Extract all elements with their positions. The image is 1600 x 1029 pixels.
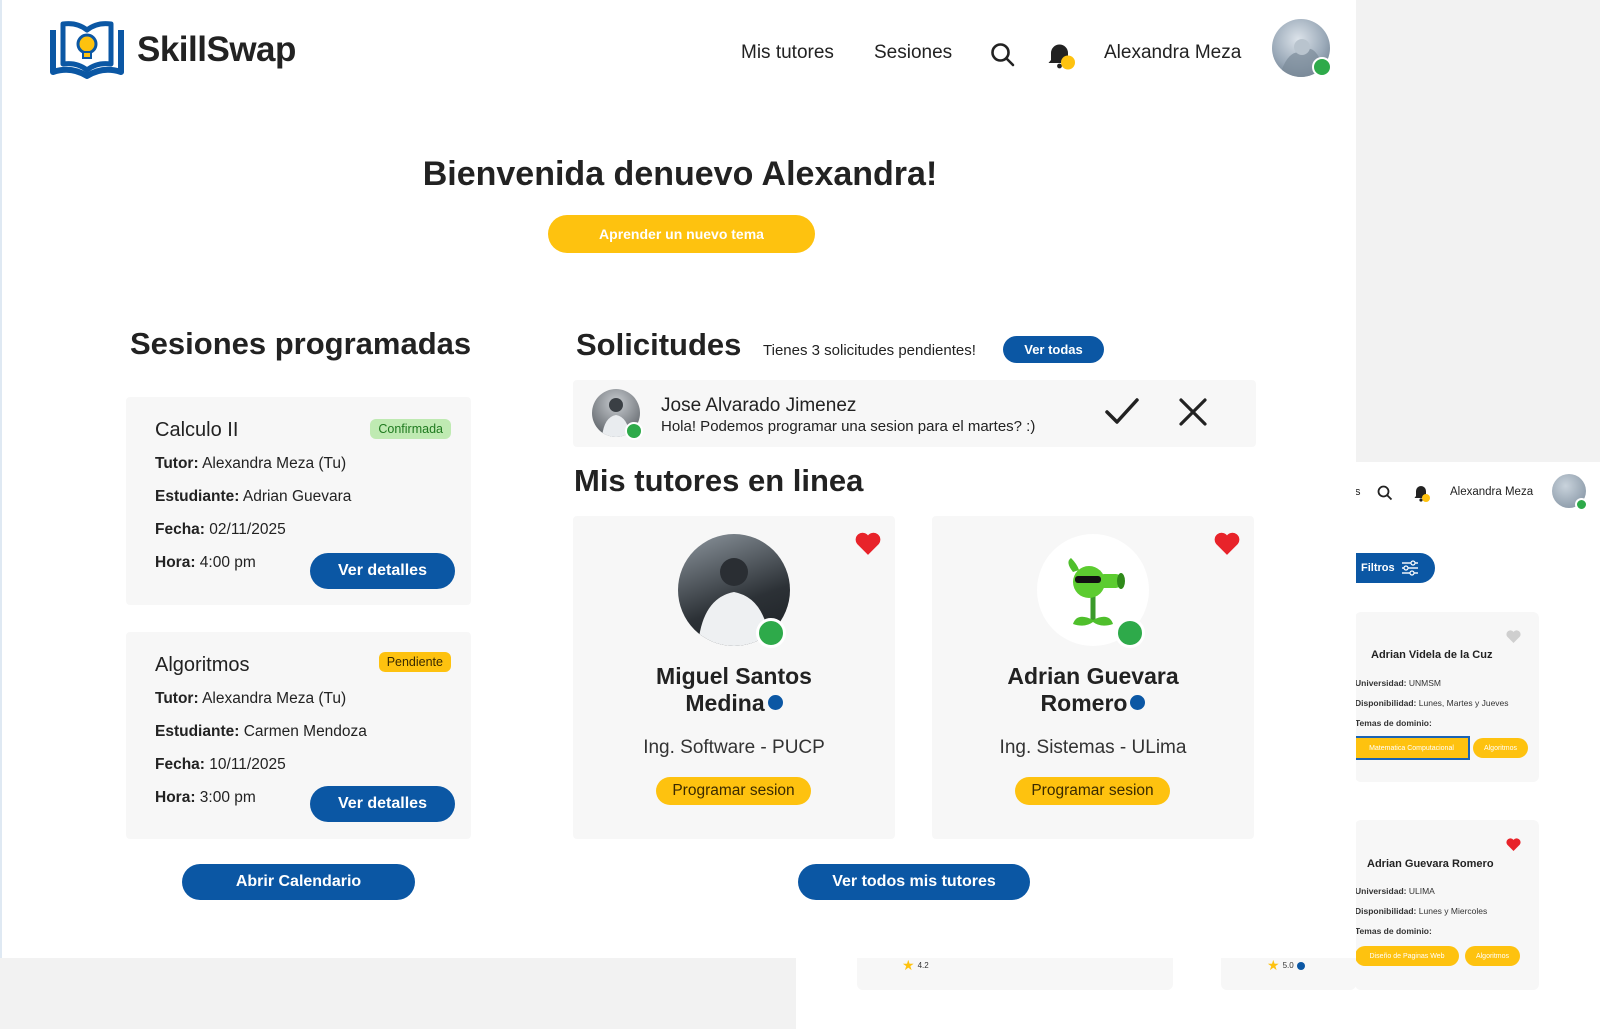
heart-icon[interactable] [1506,630,1521,643]
verified-icon [1296,961,1305,970]
tutor-name: Miguel Santos Medina [656,663,812,716]
topics-label: Temas de dominio: [1355,718,1432,728]
tutor-name: Adrian Guevara Romero [1367,858,1494,870]
tutor-school: Ing. Sistemas - ULima [999,737,1187,758]
see-all-requests-button[interactable]: Ver todas [1003,336,1104,363]
verified-icon [767,695,783,711]
open-calendar-button[interactable]: Abrir Calendario [182,864,415,900]
rating-value: 4.2 [917,961,929,970]
university-line: Universidad: ULIMA [1355,886,1435,896]
status-badge: Pendiente [378,652,451,672]
tutor-school: Ing. Software - PUCP [643,737,825,758]
heart-icon[interactable] [1214,532,1240,555]
filters-label: Filtros [1361,562,1395,574]
tutor-card[interactable]: Miguel Santos Medina Ing. Software - PUC… [573,516,895,839]
brand-logo[interactable]: SkillSwap [49,20,296,80]
bell-icon[interactable] [1413,483,1431,503]
background-tutor-card[interactable]: Adrian Guevara Romero Universidad: ULIMA… [1355,820,1539,990]
online-indicator [1575,498,1588,511]
session-card: Calculo II Confirmada Tutor: Alexandra M… [126,397,471,605]
view-details-button[interactable]: Ver detalles [310,786,455,822]
welcome-title: Bienvenida denuevo Alexandra! [422,155,938,193]
logo-book-lightbulb-icon [50,21,124,79]
background-header: s Alexandra Meza [1355,470,1600,520]
online-indicator [1115,618,1145,648]
view-details-button[interactable]: Ver detalles [310,553,455,589]
main-window: SkillSwap Mis tutores Sesiones Alexandra… [0,0,1356,958]
tutor-card[interactable]: Adrian Guevara Romero Ing. Sistemas - UL… [932,516,1254,839]
tutor-name: Adrian Videla de la Cuz [1371,649,1493,661]
star-icon: ★ [1267,957,1280,973]
sliders-icon [1401,560,1418,576]
requester-name: Jose Alvarado Jimenez [661,395,857,416]
close-icon[interactable] [1179,398,1207,426]
brand-name: SkillSwap [137,30,296,69]
topics-label: Temas de dominio: [1355,926,1432,936]
pending-requests-text: Tienes 3 solicitudes pendientes! [763,342,976,359]
background-tutor-card[interactable]: Adrian Videla de la Cuz Universidad: UNM… [1353,612,1539,782]
online-indicator [756,618,786,648]
see-all-tutors-button[interactable]: Ver todos mis tutores [798,864,1030,900]
session-date: Fecha: 10/11/2025 [155,756,286,773]
schedule-session-button[interactable]: Programar sesion [656,777,811,805]
online-indicator [625,422,643,440]
heart-icon[interactable] [855,532,881,555]
search-icon[interactable] [990,42,1016,68]
session-course: Algoritmos [155,654,250,676]
university-line: Universidad: UNMSM [1355,678,1441,688]
session-card: Algoritmos Pendiente Tutor: Alexandra Me… [126,632,471,839]
topic-chip[interactable]: Diseño de Paginas Web [1355,946,1459,966]
filters-button[interactable]: Filtros [1355,553,1435,583]
session-time: Hora: 4:00 pm [155,554,256,571]
session-course: Calculo II [155,419,239,441]
availability-line: Disponibilidad: Lunes, Martes y Jueves [1355,698,1509,708]
request-item: Jose Alvarado Jimenez Hola! Podemos prog… [573,380,1256,447]
tutor-name: Adrian Guevara Romero [1007,663,1179,716]
verified-icon [1130,695,1146,711]
session-student: Estudiante: Adrian Guevara [155,488,352,505]
sessions-title: Sesiones programadas [130,326,472,361]
session-student: Estudiante: Carmen Mendoza [155,723,367,740]
tutors-title: Mis tutores en linea [574,463,864,498]
status-badge: Confirmada [370,419,451,439]
search-icon[interactable] [1377,485,1393,501]
request-message: Hola! Podemos programar una sesion para … [661,418,1036,435]
schedule-session-button[interactable]: Programar sesion [1015,777,1170,805]
check-icon[interactable] [1105,397,1139,427]
nav-sesiones[interactable]: Sesiones [874,42,952,64]
nav-mis-tutores[interactable]: Mis tutores [741,42,834,64]
star-icon: ★ [902,957,915,973]
online-indicator [1312,57,1332,77]
learn-new-topic-button[interactable]: Aprender un nuevo tema [548,215,815,253]
bell-icon[interactable] [1047,40,1079,72]
rating: ★ 4.2 [902,957,929,974]
session-tutor: Tutor: Alexandra Meza (Tu) [155,690,347,707]
topic-chip[interactable]: Algoritmos [1465,946,1520,966]
rating-value: 5.0 [1282,961,1294,970]
topic-chip[interactable]: Algoritmos [1473,738,1528,758]
topic-chip[interactable]: Matematica Computacional [1353,736,1470,760]
user-name[interactable]: Alexandra Meza [1104,42,1241,64]
session-tutor: Tutor: Alexandra Meza (Tu) [155,455,347,472]
requests-title: Solicitudes [576,327,742,362]
background-user-name[interactable]: Alexandra Meza [1450,486,1533,498]
session-date: Fecha: 02/11/2025 [155,521,286,538]
heart-icon[interactable] [1506,838,1521,851]
session-time: Hora: 3:00 pm [155,789,256,806]
rating: ★ 5.0 [1267,957,1305,974]
availability-line: Disponibilidad: Lunes y Miercoles [1355,906,1488,916]
